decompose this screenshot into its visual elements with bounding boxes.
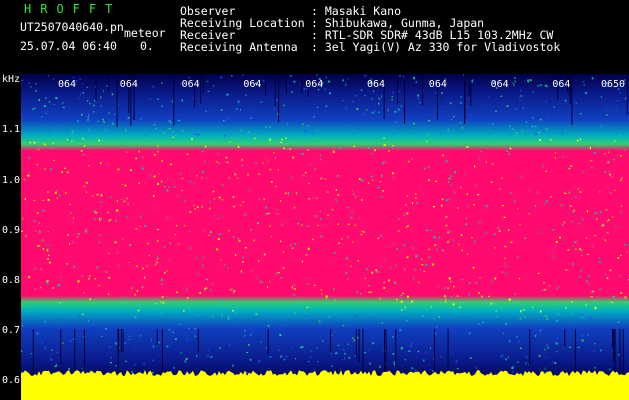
y-tick-label: 0.6 [2,375,21,386]
unit-label: kHz [2,74,21,85]
time-tick-label: 064 [428,79,447,90]
y-tick-label: 1.1 [2,124,21,135]
time-tick-label: 064 [58,79,77,90]
spectrogram [21,74,629,400]
spectrogram-canvas [21,74,629,400]
time-tick-label: 064 [119,79,138,90]
header-panel: HROFFT UT2507040640.pn meteor 25.07.04 0… [0,0,629,74]
time-tick-label: 064 [490,79,509,90]
time-tick-label: 0650 [601,79,626,90]
app-logo: HROFFT [24,2,122,16]
time-tick-label: 064 [181,79,200,90]
time-tick-label: 064 [367,79,386,90]
mode-label: meteor [124,26,166,40]
y-tick-label: 0.8 [2,275,21,286]
filename: UT2507040640.pn [20,20,124,34]
time-tick-label: 064 [305,79,324,90]
time-tick-label: 064 [243,79,262,90]
y-tick-label: 0.9 [2,225,21,236]
datetime: 25.07.04 06:40 [20,39,117,53]
antenna-value: : 3el Yagi(V) Az 330 for Vladivostok [311,40,561,54]
time-tick-label: 064 [552,79,571,90]
y-tick-label: 0.7 [2,325,21,336]
counter: 0. [140,39,154,53]
antenna-label: Receiving Antenna [180,40,298,54]
y-tick-label: 1.0 [2,175,21,186]
